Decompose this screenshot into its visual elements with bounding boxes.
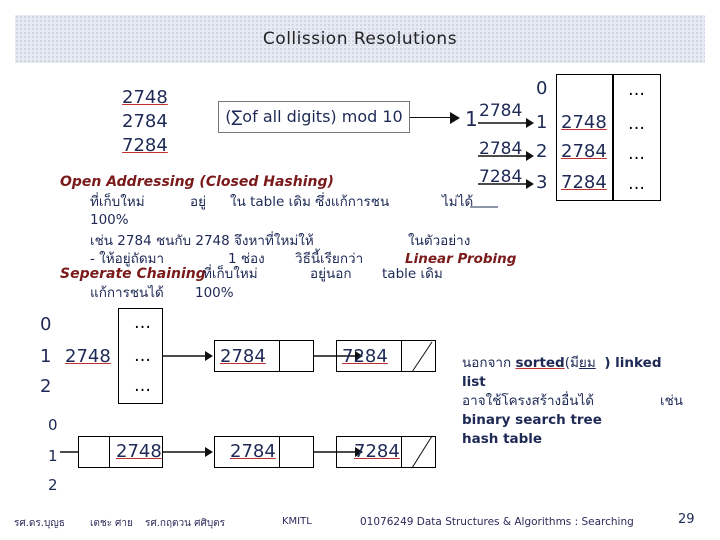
chain1-head-a	[205, 351, 213, 361]
chain2-index-0: 0	[48, 416, 58, 434]
separate-chaining-heading: Seperate Chaining	[60, 266, 206, 282]
open-addressing-heading: Open Addressing (Closed Hashing)	[60, 174, 334, 190]
top-arrowhead-3	[526, 179, 534, 189]
sc-line1a: ที่เก็บใหม่	[203, 266, 258, 282]
chain2-node-2-value: 7284	[354, 441, 400, 462]
footer-author-3: ศาย	[115, 518, 133, 529]
chain1-node-2-value: 7284	[342, 346, 388, 367]
chain1-dots-1: …	[134, 346, 151, 366]
footer-course: 01076249 Data Structures & Algorithms : …	[360, 516, 634, 528]
oa-line2: 100%	[90, 212, 129, 228]
chain1-index-0: 0	[40, 314, 52, 335]
chain2-node-1-value: 2784	[230, 441, 276, 462]
chain1-slot-1: 2748	[65, 346, 111, 367]
chain1-dots-2: …	[134, 376, 151, 396]
sc-line1b: อยู่นอก	[310, 266, 352, 282]
oa-line3b: ในตัวอย่าง	[408, 233, 471, 249]
sc-line1c: table เดิม	[382, 266, 443, 282]
note-line3b: เช่น	[660, 393, 684, 409]
chain2-head-a	[205, 447, 213, 457]
top-arrowhead-1	[526, 118, 534, 128]
footer-author-1: รศ.ดร.บุญธ	[14, 518, 65, 529]
chain2-index-2: 2	[48, 476, 58, 494]
oa-line1b: อยู่	[190, 194, 207, 210]
top-arrowhead-2	[526, 151, 534, 161]
sc-line2: แก้การชนได้	[90, 285, 164, 301]
chain1-index-1: 1	[40, 346, 52, 367]
page-number: 29	[678, 512, 695, 527]
oa-line3a: เช่น 2784 ชนกับ 2748 จึงหาที่ใหม่ให้	[90, 233, 314, 249]
chain1-node-1-value: 2784	[220, 346, 266, 367]
chain2-node-0-value: 2748	[116, 441, 162, 462]
note-line2: list	[462, 374, 486, 390]
note-line5: hash table	[462, 431, 543, 447]
oa-line1a: ที่เก็บใหม่	[90, 194, 145, 210]
oa-line1c: ใน table เดิม ซึ่งแก้การชน	[230, 194, 390, 210]
note-line4: binary search tree	[462, 412, 602, 428]
footer-org: KMITL	[282, 516, 312, 527]
note-line3a: อาจใช้โครงสร้างอื่นได้	[462, 393, 595, 409]
chain2-index-1: 1	[48, 447, 58, 465]
oa-line1d: ไม่ได้	[442, 194, 474, 210]
sc-line2b: 100%	[195, 285, 234, 301]
chain1-index-2: 2	[40, 376, 52, 397]
footer-author-4: รศ.กฤตวน ศศิบุตร	[145, 518, 226, 529]
footer-author-2: เตชะ	[90, 518, 113, 529]
chain1-dots-0: …	[134, 313, 151, 333]
note-line1: นอกจาก sorted(มียม ) linked	[462, 355, 662, 371]
